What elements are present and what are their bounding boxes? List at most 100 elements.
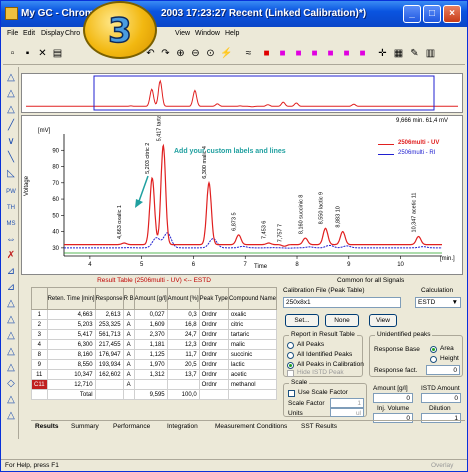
peak-marker-icon[interactable]: ⊿ [4, 265, 18, 279]
table-row[interactable]: 2 5,203 253,325 A 1,609 16,8 Ordnr citric [31, 319, 278, 330]
radio-identified-peaks[interactable] [287, 352, 294, 359]
table-row[interactable]: Total 9,595 100,0 [31, 389, 278, 400]
menu-file[interactable]: File [7, 30, 18, 37]
radio-area[interactable] [430, 346, 437, 353]
peak-marker7-icon[interactable]: △ [4, 361, 18, 375]
integrate-icon[interactable]: △ [4, 71, 18, 85]
skim-icon[interactable]: ◺ [4, 167, 18, 181]
tab-sst-results[interactable]: SST Results [301, 423, 337, 430]
tab-integration[interactable]: Integration [167, 423, 198, 430]
close-button[interactable]: × [443, 5, 461, 23]
menu-window[interactable]: Window [195, 30, 220, 37]
peak-marker10-icon[interactable]: △ [4, 409, 18, 423]
grid-icon[interactable]: ▦ [391, 46, 406, 61]
peak-split-icon[interactable]: △ [4, 103, 18, 117]
pw-icon[interactable]: PW [4, 185, 18, 199]
set-button[interactable]: Set... [285, 314, 319, 327]
use-scale-checkbox[interactable] [288, 390, 295, 397]
calc-select[interactable]: ESTD ▼ [415, 297, 461, 308]
new-icon[interactable]: ▫ [5, 46, 20, 61]
maximize-button[interactable]: □ [423, 5, 441, 23]
ms-icon[interactable]: MS [4, 217, 18, 231]
overview-window[interactable] [93, 75, 435, 111]
units-field[interactable]: ul [330, 408, 364, 417]
menu-edit[interactable]: Edit [23, 30, 35, 37]
column-header[interactable] [31, 287, 48, 310]
table-row[interactable]: 9 8,550 193,934 A 1,970 20,5 Ordnr lactic [31, 359, 278, 370]
peak-marker5-icon[interactable]: △ [4, 329, 18, 343]
tab-measurement-conditions[interactable]: Measurement Conditions [215, 423, 287, 430]
zoom-out-icon[interactable]: ⊖ [188, 46, 203, 61]
tangent-icon[interactable]: ╲ [4, 151, 18, 165]
menu-view[interactable]: View [175, 30, 190, 37]
open-icon[interactable]: ▤ [50, 46, 65, 61]
signal-red-icon[interactable]: ■ [259, 46, 274, 61]
signal-magenta5-icon[interactable]: ■ [339, 46, 354, 61]
save-icon[interactable]: ▪ [20, 46, 35, 61]
peak-marker3-icon[interactable]: △ [4, 297, 18, 311]
zoom-icon[interactable]: ⊙ [203, 46, 218, 61]
baseline-valley-icon[interactable]: ∨ [4, 135, 18, 149]
signal-magenta4-icon[interactable]: ■ [323, 46, 338, 61]
peak-marker4-icon[interactable]: △ [4, 313, 18, 327]
th-icon[interactable]: TH [4, 201, 18, 215]
menu-help[interactable]: Help [225, 30, 239, 37]
column-header[interactable]: Response [94, 287, 124, 310]
tab-results[interactable]: Results [35, 423, 58, 430]
menu-chromatogram[interactable]: Chro [65, 30, 80, 37]
redo-icon[interactable]: ↷ [158, 46, 173, 61]
table-row[interactable]: 1 4,663 2,613 A 0,027 0,3 Ordnr oxalic [31, 309, 278, 320]
settings-title: Common for all Signals [337, 277, 405, 284]
menu-display[interactable]: Display [41, 30, 64, 37]
result-table[interactable]: Reten. Time [min] Response R B Amount [g/l]… [31, 287, 278, 400]
overview-panel[interactable] [21, 73, 463, 113]
view-button[interactable]: View [369, 314, 397, 327]
peak-add-icon[interactable]: △ [4, 87, 18, 101]
table-row[interactable]: 4 6,300 217,455 A 1,181 12,3 Ordnr malic [31, 339, 278, 350]
peak-marker9-icon[interactable]: △ [4, 393, 18, 407]
chromatogram-panel[interactable]: 9,666 min. 61,4 mV 30 40 50 60 70 80 90 4 5 6 7 8 9 1… [21, 105, 463, 275]
signal-magenta-icon[interactable]: ■ [275, 46, 290, 61]
column-header[interactable]: Amount [g/l] [133, 287, 168, 310]
table-row[interactable]: C11 12,710 A Ordnr methanol [31, 379, 278, 390]
report-icon[interactable]: ▥ [423, 46, 438, 61]
undo-icon[interactable]: ↶ [143, 46, 158, 61]
column-header[interactable]: Reten. Time [min] [46, 287, 96, 310]
calib-file-field[interactable]: 250x8x1 [283, 297, 401, 308]
shift-icon[interactable]: ⇔ [4, 233, 18, 247]
radio-all-peaks[interactable] [287, 342, 294, 349]
radio-height[interactable] [430, 356, 437, 363]
wand-icon[interactable]: ⚡ [219, 46, 234, 61]
tab-summary[interactable]: Summary [71, 423, 99, 430]
overlay-icon[interactable]: ≈ [241, 46, 256, 61]
minimize-button[interactable]: _ [403, 5, 421, 23]
baseline-icon[interactable]: ╱ [4, 119, 18, 133]
peak-marker8-icon[interactable]: ◇ [4, 377, 18, 391]
tab-performance[interactable]: Performance [113, 423, 150, 430]
none-button[interactable]: None [325, 314, 359, 327]
column-header[interactable]: Amount [%] [166, 287, 200, 310]
peak-marker6-icon[interactable]: △ [4, 345, 18, 359]
radio-calibration-peaks[interactable] [287, 362, 294, 369]
table-row[interactable]: 8 8,160 176,947 A 1,125 11,7 Ordnr succinic [31, 349, 278, 360]
table-row[interactable]: 3 5,417 561,713 A 2,370 24,7 Ordnr tartaric [31, 329, 278, 340]
delete-icon[interactable]: ✕ [35, 46, 50, 61]
peak-marker2-icon[interactable]: ⊿ [4, 281, 18, 295]
tools-icon[interactable]: ✎ [407, 46, 422, 61]
response-fact-field[interactable]: 0 [426, 365, 460, 375]
istd-amount-field[interactable]: 0 [421, 393, 461, 403]
column-header[interactable]: Compound Name [227, 287, 278, 310]
title-bar[interactable]: My GC - Chromat 2003 17:23:27 Recent (Li… [1, 1, 467, 27]
signal-magenta3-icon[interactable]: ■ [307, 46, 322, 61]
crosshair-icon[interactable]: ✛ [375, 46, 390, 61]
hide-istd-checkbox[interactable] [287, 370, 294, 377]
delete-peak-icon[interactable]: ✗ [4, 249, 18, 263]
column-header[interactable]: R B [122, 287, 135, 310]
table-row[interactable]: 11 10,347 162,602 A 1,312 13,7 Ordnr acetic [31, 369, 278, 380]
column-header[interactable]: Peak Type [198, 287, 229, 310]
amount-field[interactable]: 0 [373, 393, 413, 403]
scale-factor-field[interactable]: 1 [330, 398, 364, 408]
zoom-in-icon[interactable]: ⊕ [173, 46, 188, 61]
signal-magenta6-icon[interactable]: ■ [355, 46, 370, 61]
signal-magenta2-icon[interactable]: ■ [291, 46, 306, 61]
